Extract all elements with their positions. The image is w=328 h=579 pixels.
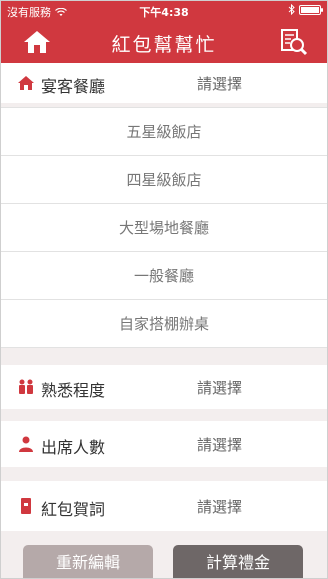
search-document-icon[interactable] — [279, 27, 309, 57]
attendees-value[interactable]: 請選擇 — [197, 434, 242, 455]
familiarity-label: 熟悉程度 — [41, 381, 106, 400]
status-right — [288, 4, 323, 15]
familiarity-row[interactable]: 熟悉程度 請選擇 — [1, 365, 327, 409]
app-screen: 沒有服務 下午4:38 紅包幫幫忙 宴客餐廳 請選擇 五星級飯店 四星級飯店 大… — [0, 0, 328, 579]
greeting-row[interactable]: 紅包賀詞 請選擇 — [1, 481, 327, 531]
calculate-button[interactable]: 計算禮金 — [173, 545, 303, 578]
venue-value[interactable]: 請選擇 — [197, 73, 242, 94]
greeting-value[interactable]: 請選擇 — [197, 496, 242, 517]
bluetooth-icon — [288, 4, 295, 15]
red-envelope-icon — [21, 498, 31, 514]
reset-button[interactable]: 重新編輯 — [23, 545, 153, 578]
section-gap — [1, 348, 327, 365]
venue-row[interactable]: 宴客餐廳 請選擇 — [1, 63, 327, 103]
nav-bar: 紅包幫幫忙 — [1, 21, 327, 63]
attendees-label: 出席人數 — [41, 438, 106, 457]
section-gap — [1, 467, 327, 481]
venue-option-large-hall[interactable]: 大型場地餐廳 — [1, 203, 327, 251]
people-icon — [19, 379, 33, 394]
venue-option-five-star[interactable]: 五星級飯店 — [1, 107, 327, 155]
attendees-row[interactable]: 出席人數 請選擇 — [1, 421, 327, 467]
status-bar: 沒有服務 下午4:38 — [1, 1, 327, 21]
battery-icon — [299, 4, 323, 15]
venue-option-four-star[interactable]: 四星級飯店 — [1, 155, 327, 203]
section-gap — [1, 409, 327, 421]
venue-label: 宴客餐廳 — [41, 77, 106, 96]
venue-option-home-banquet[interactable]: 自家搭棚辦桌 — [1, 299, 327, 347]
home-small-icon — [18, 76, 34, 90]
person-icon — [19, 436, 33, 452]
greeting-label: 紅包賀詞 — [41, 500, 106, 519]
status-time: 下午4:38 — [139, 6, 189, 19]
venue-option-general[interactable]: 一般餐廳 — [1, 251, 327, 299]
familiarity-value[interactable]: 請選擇 — [197, 377, 242, 398]
